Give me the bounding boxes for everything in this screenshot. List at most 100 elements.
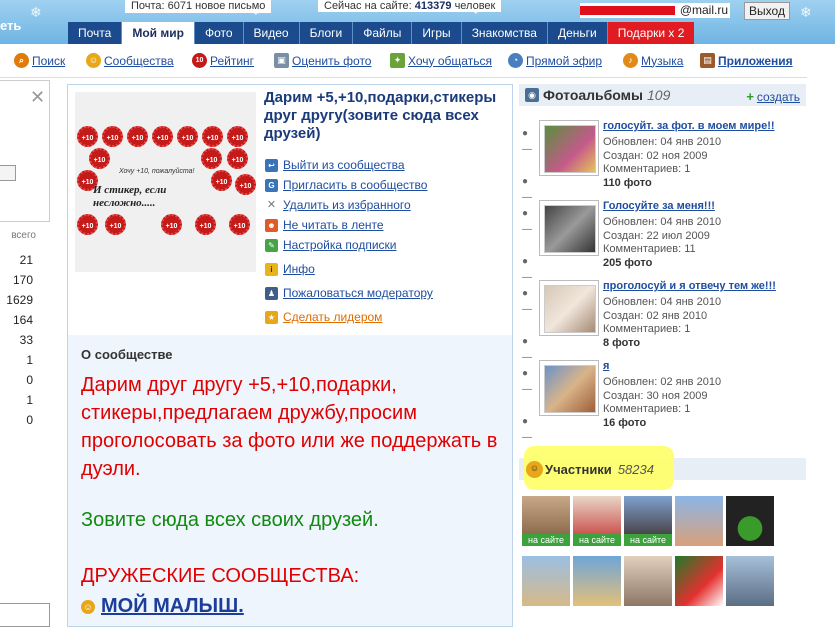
live-icon: ◔ <box>508 53 523 68</box>
info-link[interactable]: Инфо <box>283 262 315 276</box>
member-avatar[interactable] <box>726 496 774 546</box>
create-album[interactable]: + создать <box>746 89 800 104</box>
dont-read-link[interactable]: Не читать в ленте <box>283 218 384 232</box>
album-updated: Обновлен: 02 янв 2010 <box>603 376 722 388</box>
album-cover[interactable] <box>539 360 599 416</box>
leave-community[interactable]: ↩ Выйти из сообщества <box>265 158 405 172</box>
report-moderator[interactable]: ♟ Пожаловаться модератору <box>265 286 433 300</box>
invite-to-community[interactable]: G Пригласить в сообщество <box>265 178 427 192</box>
stat-value: 1629 <box>6 293 33 307</box>
remove-favorite[interactable]: ✕ Удалить из избранного <box>265 198 411 212</box>
nav-music[interactable]: ♪ Музыка <box>623 53 683 68</box>
info-icon: i <box>265 262 278 276</box>
search-icon: ⌕ <box>14 53 29 68</box>
tab-dating[interactable]: Знакомства <box>461 22 548 44</box>
nav-communities-link[interactable]: Сообщества <box>104 54 174 68</box>
tab-photo[interactable]: Фото <box>194 22 244 44</box>
album-comments[interactable]: Комментариев: 11 <box>603 243 696 255</box>
stat-value: 33 <box>19 333 33 347</box>
album-name[interactable]: я <box>603 360 609 372</box>
snowflake-icon: ❄ <box>30 4 42 20</box>
album-name[interactable]: голосуйт. за фот. в моем мире!! <box>603 120 775 132</box>
nav-want-chat-link[interactable]: Хочу общаться <box>408 54 492 68</box>
album-name[interactable]: Голосуйте за меня!!! <box>603 200 715 212</box>
tab-gifts[interactable]: Подарки x 2 <box>607 22 695 44</box>
make-leader-link[interactable]: Сделать лидером <box>283 310 382 324</box>
album-created: Создан: 30 ноя 2009 <box>603 390 708 402</box>
logo-fragment[interactable]: еть <box>0 18 21 33</box>
albums-header: ◉ Фотоальбомы 109 + создать <box>519 84 806 106</box>
tab-video[interactable]: Видео <box>243 22 300 44</box>
member-avatar[interactable]: на сайте <box>522 496 570 546</box>
album-updated: Обновлен: 04 янв 2010 <box>603 216 722 228</box>
community-info[interactable]: i Инфо <box>265 262 315 276</box>
tab-money[interactable]: Деньги <box>547 22 608 44</box>
left-panel-button[interactable] <box>0 165 16 181</box>
nav-rating[interactable]: 10 Рейтинг <box>192 53 254 68</box>
tab-blogs[interactable]: Блоги <box>299 22 354 44</box>
nav-search[interactable]: ⌕ Поиск <box>14 53 65 68</box>
album-name[interactable]: проголосуй и я отвечу тем же!!! <box>603 280 776 292</box>
album-cover[interactable] <box>539 280 599 336</box>
member-avatar[interactable] <box>675 556 723 606</box>
nav-communities[interactable]: ☺ Сообщества <box>86 53 174 68</box>
remove-favorite-link[interactable]: Удалить из избранного <box>283 198 411 212</box>
user-email[interactable]: @mail.ru <box>580 3 730 18</box>
subscription-settings[interactable]: ✎ Настройка подписки <box>265 238 396 252</box>
create-album-link[interactable]: создать <box>757 90 800 104</box>
friend-community[interactable]: ☺ МОЙ МАЛЫШ. <box>81 595 244 618</box>
member-avatar[interactable] <box>624 556 672 606</box>
stat-value: 1 <box>26 353 33 367</box>
make-leader[interactable]: ★ Сделать лидером <box>265 310 382 324</box>
nav-search-link[interactable]: Поиск <box>32 54 65 68</box>
nav-rate-photo-link[interactable]: Оценить фото <box>292 54 371 68</box>
invite-link[interactable]: Пригласить в сообщество <box>283 178 427 192</box>
member-avatar[interactable] <box>573 556 621 606</box>
camera-icon: ◉ <box>525 88 539 102</box>
subscription-link[interactable]: Настройка подписки <box>283 238 396 252</box>
page-margin <box>807 44 835 627</box>
tab-files[interactable]: Файлы <box>353 22 413 44</box>
report-link[interactable]: Пожаловаться модератору <box>283 286 433 300</box>
leave-community-link[interactable]: Выйти из сообщества <box>283 158 405 172</box>
album-item: ●— ●— Голосуйте за меня!!! Обновлен: 04 … <box>519 200 806 283</box>
member-avatar[interactable]: на сайте <box>573 496 621 546</box>
settings-icon: ✎ <box>265 238 278 252</box>
tab-games[interactable]: Игры <box>412 22 462 44</box>
close-icon[interactable]: ✕ <box>30 87 45 108</box>
member-avatar[interactable] <box>675 496 723 546</box>
nav-rating-link[interactable]: Рейтинг <box>210 54 254 68</box>
album-comments[interactable]: Комментариев: 1 <box>603 323 690 335</box>
mail-counter[interactable]: Почта: 6071 новое письмо <box>125 0 272 13</box>
nav-music-link[interactable]: Музыка <box>641 54 683 68</box>
logout-button[interactable]: Выход <box>744 2 790 20</box>
stat-value: 1 <box>26 393 33 407</box>
nav-apps[interactable]: ▤ Приложения <box>700 53 793 68</box>
tab-mail[interactable]: Почта <box>68 22 123 44</box>
album-comments[interactable]: Комментариев: 1 <box>603 163 690 175</box>
dont-read-feed[interactable]: ☻ Не читать в ленте <box>265 218 384 232</box>
album-created: Создан: 02 ноя 2009 <box>603 150 708 162</box>
nav-want-chat[interactable]: ✦ Хочу общаться <box>390 53 492 68</box>
album-photo-count: 110 фото <box>603 177 652 189</box>
plus-icon: + <box>746 89 754 104</box>
member-avatar[interactable] <box>726 556 774 606</box>
community-image[interactable]: +10 +10 +10 +10 +10 +10 +10 +10 +10 +10 … <box>75 92 256 272</box>
nav-rate-photo[interactable]: ▣ Оценить фото <box>274 53 371 68</box>
member-avatar[interactable]: на сайте <box>624 496 672 546</box>
album-cover[interactable] <box>539 120 599 176</box>
email-suffix: @mail.ru <box>679 3 728 17</box>
nav-live[interactable]: ◔ Прямой эфир <box>508 53 602 68</box>
album-rings-icon: ●— ●— <box>522 208 532 283</box>
album-comments[interactable]: Комментариев: 1 <box>603 403 690 415</box>
nav-apps-link[interactable]: Приложения <box>718 54 793 68</box>
community-header: +10 +10 +10 +10 +10 +10 +10 +10 +10 +10 … <box>68 85 512 335</box>
member-avatar[interactable] <box>522 556 570 606</box>
online-badge: на сайте <box>573 534 621 546</box>
album-rings-icon: ●— ●— <box>522 288 532 363</box>
nav-live-link[interactable]: Прямой эфир <box>526 54 602 68</box>
friend-community-link[interactable]: МОЙ МАЛЫШ. <box>101 595 244 618</box>
album-cover[interactable] <box>539 200 599 256</box>
tab-my-world[interactable]: Мой мир <box>122 22 195 44</box>
community-main: +10 +10 +10 +10 +10 +10 +10 +10 +10 +10 … <box>67 84 513 627</box>
